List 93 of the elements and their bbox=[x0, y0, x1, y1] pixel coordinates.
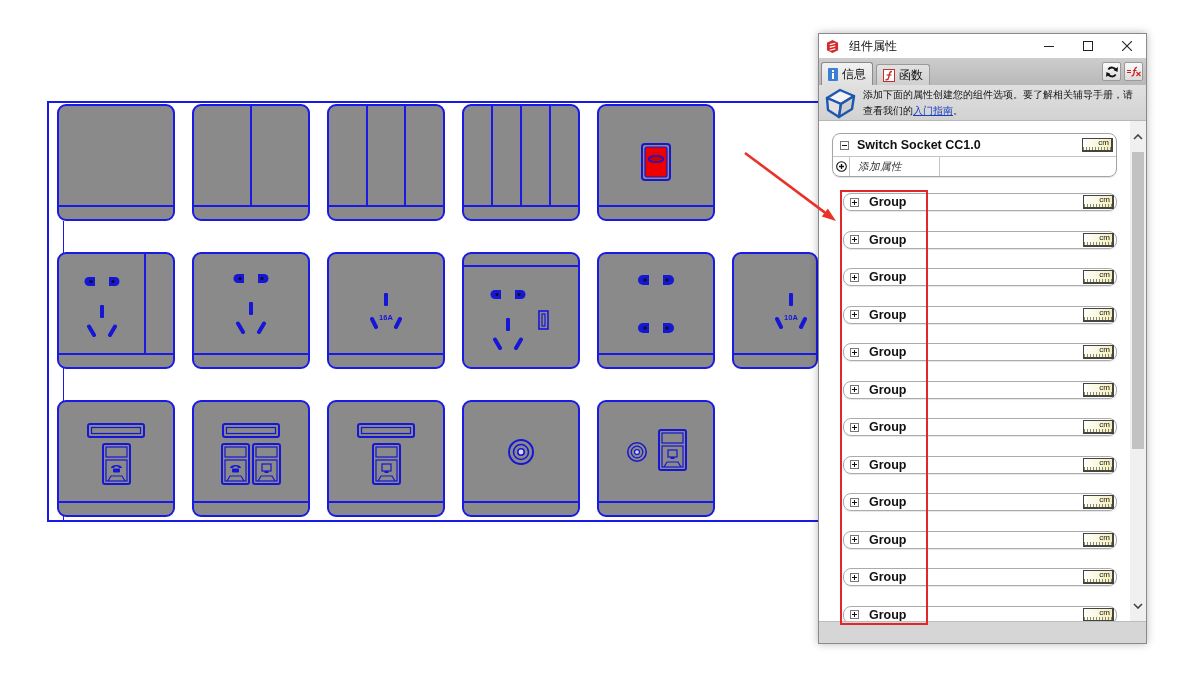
plus-box-icon[interactable] bbox=[850, 460, 859, 469]
component-name: Switch Socket CC1.0 bbox=[857, 138, 981, 152]
label-slot-icon bbox=[222, 422, 280, 438]
label-slot-icon bbox=[357, 422, 415, 438]
group-name: Group bbox=[869, 195, 907, 209]
minimize-icon bbox=[1043, 45, 1054, 47]
refresh-icon bbox=[1105, 65, 1118, 78]
unit-badge: cm bbox=[1083, 457, 1114, 472]
data-jack-icon bbox=[252, 442, 281, 485]
unit-badge: cm bbox=[1082, 138, 1113, 152]
plus-box-icon[interactable] bbox=[850, 385, 859, 394]
pin-slot-icon bbox=[384, 292, 388, 306]
unit-badge: cm bbox=[1083, 420, 1114, 434]
plus-box-icon[interactable] bbox=[850, 272, 859, 282]
unit-badge: cm bbox=[1083, 495, 1114, 509]
group-name: Group bbox=[869, 570, 907, 584]
two-pin-outlet-icon bbox=[638, 322, 674, 333]
group-row[interactable]: Group cm bbox=[843, 380, 1117, 399]
group-name: Group bbox=[869, 532, 907, 547]
plus-box-icon[interactable] bbox=[850, 310, 859, 319]
close-icon bbox=[1121, 41, 1132, 51]
info-icon bbox=[828, 67, 838, 81]
tab[interactable]: 函数 bbox=[876, 64, 930, 85]
unit-badge: cm bbox=[1083, 532, 1114, 547]
group-row[interactable]: Group cm bbox=[843, 568, 1117, 586]
plus-box-icon[interactable] bbox=[850, 535, 859, 544]
five-hole-outlet-icon bbox=[83, 276, 120, 337]
group-name: Group bbox=[869, 270, 907, 284]
unit-badge: cm bbox=[1083, 307, 1114, 322]
window-title: 组件属性 bbox=[849, 38, 897, 54]
formula-button[interactable] bbox=[1124, 62, 1143, 81]
five-hole-outlet-icon bbox=[489, 290, 526, 350]
scrollbar[interactable] bbox=[1130, 121, 1146, 621]
group-name: Group bbox=[869, 232, 907, 247]
group-name: Group bbox=[869, 307, 907, 322]
pin-slot-icon bbox=[393, 316, 402, 329]
group-name: Group bbox=[869, 495, 907, 509]
unit-badge: cm bbox=[1083, 570, 1114, 584]
group-name: Group bbox=[869, 607, 907, 621]
indicator-light-icon bbox=[641, 142, 671, 181]
unit-badge: cm bbox=[1083, 345, 1114, 359]
group-row[interactable]: Group cm bbox=[843, 530, 1117, 549]
minus-box-icon[interactable] bbox=[840, 140, 849, 150]
five-hole-outlet-icon bbox=[233, 273, 269, 334]
add-attribute-item[interactable]: 添加属性 bbox=[858, 159, 902, 174]
unit-badge: cm bbox=[1083, 232, 1114, 247]
group-name: Group bbox=[869, 457, 907, 472]
function-icon bbox=[883, 68, 895, 82]
coax-jack-icon bbox=[508, 438, 534, 465]
unit-badge: cm bbox=[1083, 195, 1114, 209]
info-text: 添加下面的属性创建您的组件选项。要了解相关辅导手册，请查看我们的入门指南。 bbox=[863, 87, 1134, 118]
scrollbar-thumb[interactable] bbox=[1132, 152, 1144, 449]
data-jack-icon bbox=[371, 442, 401, 485]
plus-box-icon[interactable] bbox=[850, 497, 859, 507]
tab[interactable]: 信息 bbox=[821, 62, 873, 85]
group-row[interactable]: Group cm bbox=[843, 193, 1117, 211]
two-pin-outlet-icon bbox=[638, 274, 674, 285]
maximize-icon bbox=[1082, 41, 1093, 51]
group-row[interactable]: Group cm bbox=[843, 418, 1117, 436]
group-row[interactable]: Group cm bbox=[843, 343, 1117, 361]
plus-box-icon[interactable] bbox=[850, 572, 859, 582]
group-name: Group bbox=[869, 345, 907, 359]
label-slot-icon bbox=[87, 422, 145, 438]
plus-box-icon[interactable] bbox=[850, 197, 859, 207]
plus-box-icon[interactable] bbox=[850, 235, 859, 244]
plus-box-icon[interactable] bbox=[850, 422, 859, 432]
plus-box-icon[interactable] bbox=[850, 347, 859, 357]
group-row[interactable]: Group cm bbox=[843, 268, 1117, 286]
add-icon[interactable] bbox=[835, 161, 847, 172]
pin-slot-icon bbox=[775, 316, 784, 329]
group-row[interactable]: Group cm bbox=[843, 305, 1117, 324]
unit-badge: cm bbox=[1083, 270, 1114, 284]
pin-slot-icon bbox=[798, 316, 807, 329]
chevron-down-icon bbox=[1133, 602, 1143, 609]
app-logo-icon bbox=[826, 39, 839, 53]
getting-started-link[interactable]: 入门指南 bbox=[913, 104, 953, 116]
formula-icon bbox=[1126, 66, 1141, 77]
chevron-up-icon bbox=[1133, 133, 1143, 140]
phone-jack-icon bbox=[221, 442, 250, 485]
group-name: Group bbox=[869, 420, 907, 434]
unit-badge: cm bbox=[1083, 382, 1114, 397]
phone-jack-icon bbox=[101, 442, 131, 485]
group-row[interactable]: Group cm bbox=[843, 230, 1117, 249]
usb-port-icon bbox=[537, 310, 549, 330]
pin-slot-icon bbox=[370, 316, 379, 329]
group-row[interactable]: Group cm bbox=[843, 493, 1117, 511]
pin-slot-icon bbox=[789, 292, 793, 306]
plus-box-icon[interactable] bbox=[850, 610, 859, 619]
group-name: Group bbox=[869, 382, 907, 397]
group-row[interactable]: Group cm bbox=[843, 455, 1117, 474]
refresh-button[interactable] bbox=[1102, 62, 1121, 81]
coax-jack-icon bbox=[627, 441, 647, 462]
data-jack-icon bbox=[658, 428, 687, 471]
